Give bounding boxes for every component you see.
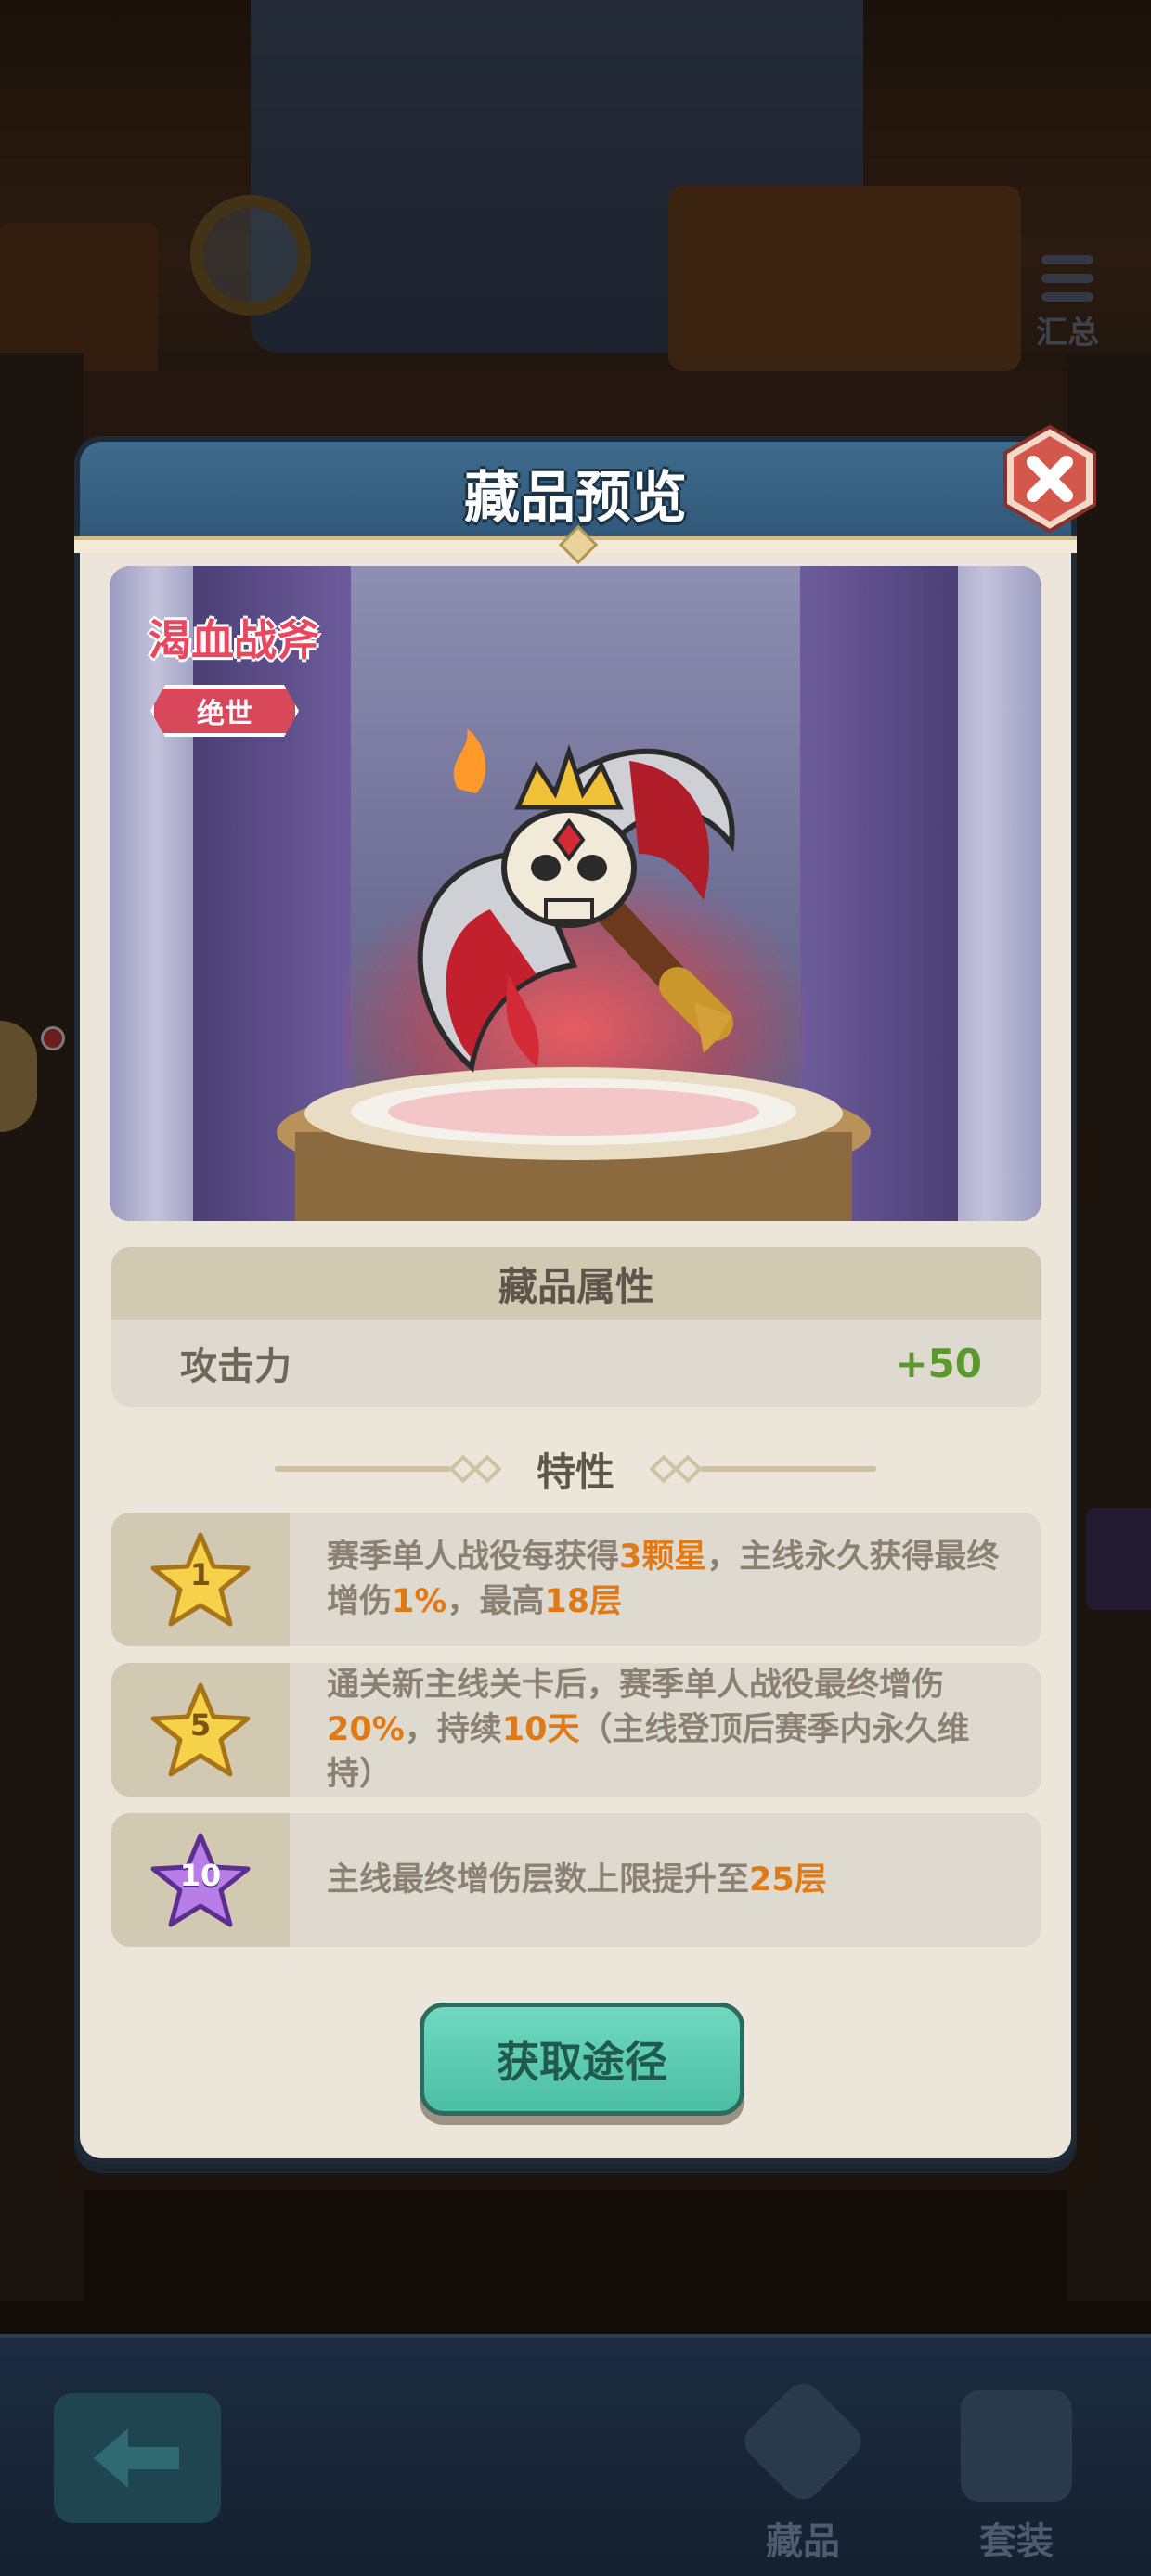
- trait-description: 通关新主线关卡后，赛季单人战役最终增伤20%，持续10天（主线登顶后赛季内永久维…: [327, 1663, 1014, 1797]
- trait-star-level: 10: [179, 1858, 222, 1893]
- close-button[interactable]: [994, 423, 1106, 535]
- trait-text: 通关新主线关卡后，赛季单人战役最终增伤20%，持续10天（主线登顶后赛季内永久维…: [327, 1663, 1014, 1797]
- attribute-value: +50: [895, 1340, 982, 1386]
- tab-suit[interactable]: 套装: [938, 2370, 1095, 2565]
- traits-section-title: 特性: [80, 1436, 1071, 1501]
- trait-text: 主线最终增伤层数上限提升至25层: [327, 1858, 827, 1902]
- title-ornament-right: [649, 1454, 876, 1484]
- trait-star-level: 1: [189, 1557, 212, 1592]
- tab-collection[interactable]: 藏品: [724, 2370, 882, 2565]
- trait-row: 1 赛季单人战役每获得3颗星，主线永久获得最终增伤1%，最高18层: [111, 1513, 1041, 1646]
- back-arrow-icon: [94, 2428, 179, 2488]
- attributes-header: 藏品属性: [111, 1247, 1041, 1320]
- trait-highlight: 18层: [544, 1583, 623, 1620]
- collection-icon: [737, 2376, 869, 2507]
- gold-star-icon: 5: [149, 1681, 252, 1778]
- back-button[interactable]: [54, 2393, 221, 2523]
- gold-star-icon: 1: [149, 1531, 252, 1628]
- trait-text-segment: 主线最终增伤层数上限提升至: [327, 1861, 750, 1899]
- trait-description: 主线最终增伤层数上限提升至25层: [327, 1813, 1014, 1947]
- trait-row: 5 通关新主线关卡后，赛季单人战役最终增伤20%，持续10天（主线登顶后赛季内永…: [111, 1663, 1041, 1797]
- close-icon: [1003, 424, 1096, 534]
- traits-title-text: 特性: [536, 1449, 614, 1495]
- trait-highlight: 10天: [501, 1711, 580, 1748]
- trait-highlight: 1%: [392, 1583, 447, 1620]
- trait-highlight: 25层: [749, 1861, 827, 1899]
- tab-collection-label: 藏品: [766, 2520, 840, 2563]
- suit-book-icon: [961, 2390, 1072, 2502]
- title-ornament-left: [274, 1454, 502, 1484]
- tab-suit-label: 套装: [979, 2520, 1054, 2563]
- trait-text: 赛季单人战役每获得3颗星，主线永久获得最终增伤1%，最高18层: [327, 1535, 1014, 1624]
- bottom-nav-bar: 藏品 套装: [0, 2334, 1151, 2576]
- collection-preview-modal: 藏品预览 渴血战斧 绝世 藏品属性 攻击力 +50 特性 1 赛季单人战役每获得…: [74, 424, 1096, 2164]
- trait-description: 赛季单人战役每获得3颗星，主线永久获得最终增伤1%，最高18层: [327, 1513, 1014, 1646]
- trait-highlight: 20%: [327, 1711, 405, 1748]
- acquire-path-button[interactable]: 获取途径: [420, 2003, 744, 2116]
- attribute-row: 攻击力 +50: [111, 1320, 1041, 1407]
- trait-text-segment: 通关新主线关卡后，赛季单人战役最终增伤: [327, 1667, 945, 1704]
- trait-text-segment: ，持续: [404, 1711, 502, 1748]
- rarity-badge: 绝世: [150, 685, 299, 737]
- purple-star-icon: 10: [149, 1832, 252, 1928]
- trait-star-level: 5: [189, 1707, 212, 1743]
- trait-row: 10 主线最终增伤层数上限提升至25层: [111, 1813, 1041, 1947]
- item-artwork: 渴血战斧 绝世: [110, 566, 1041, 1221]
- item-name: 渴血战斧: [149, 615, 319, 665]
- trait-text-segment: 赛季单人战役每获得: [327, 1539, 620, 1576]
- attribute-name: 攻击力: [180, 1346, 291, 1388]
- trait-text-segment: ，最高: [446, 1583, 545, 1620]
- bloodthirsty-axe-image: [388, 696, 759, 1104]
- trait-highlight: 3颗星: [619, 1539, 707, 1576]
- attributes-panel: 藏品属性 攻击力 +50: [111, 1247, 1041, 1407]
